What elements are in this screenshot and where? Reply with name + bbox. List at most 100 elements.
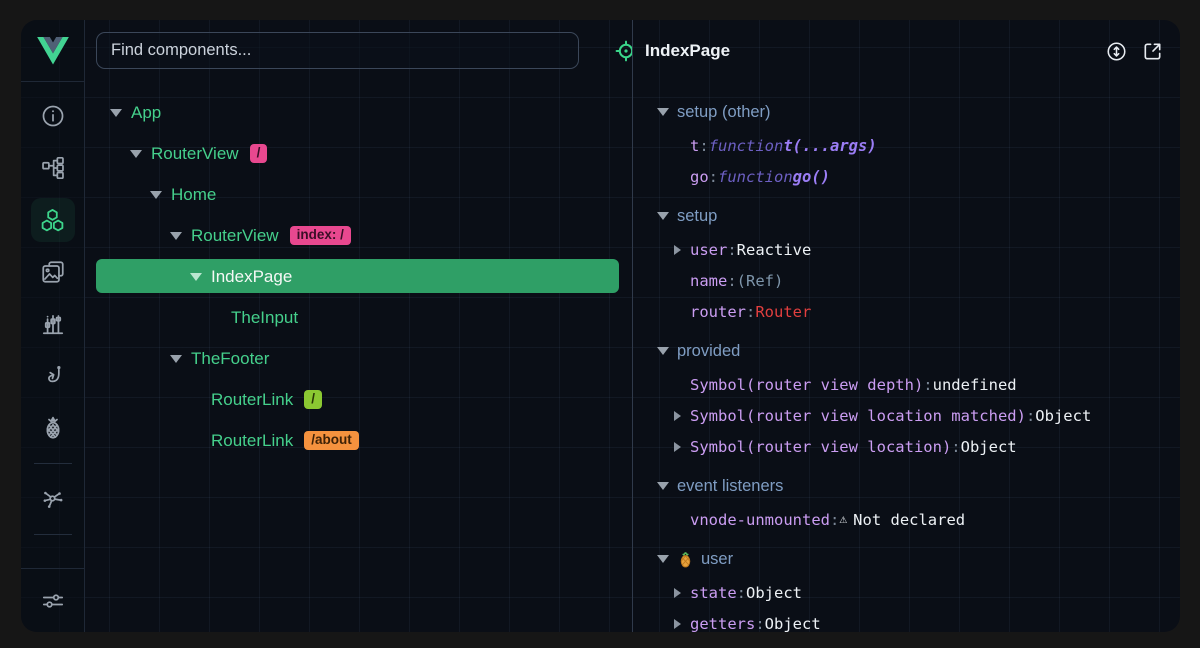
property-value: go() [793,168,830,186]
property-row: vnode-unmounted : ⚠Not declared [633,504,1180,535]
property-key: Symbol(router view location matched) [690,407,1026,425]
property-key: vnode-unmounted [690,511,830,529]
sliders-icon [40,588,66,614]
sidebar-item-pinia[interactable] [31,402,75,454]
component-tree-panel: App RouterView/Home RouterView index: / Inde… [86,20,632,632]
target-crosshair-icon[interactable] [614,39,632,63]
key-value-separator: : [709,168,718,186]
graph-icon [40,486,66,512]
collapse-toggle-icon[interactable] [657,347,669,355]
section-header[interactable]: user [633,541,1180,577]
expand-icon[interactable] [674,411,681,421]
collapse-toggle-icon[interactable] [657,212,669,220]
component-name: App [131,103,161,123]
property-row[interactable]: getters : Object [633,608,1180,632]
section-provided: provided Symbol(router view depth) : unde… [633,333,1180,462]
property-row[interactable]: Symbol(router view location) : Object [633,431,1180,462]
section-header[interactable]: setup (other) [633,94,1180,130]
section-header[interactable]: setup [633,198,1180,234]
scroll-to-icon[interactable] [1102,37,1130,65]
collapse-toggle-icon[interactable] [657,482,669,490]
collapse-toggle-icon[interactable] [657,555,669,563]
sidebar-item-assets[interactable] [31,246,75,298]
property-value: function [718,168,793,186]
tree-row-thefooter[interactable]: TheFooter [86,338,632,379]
section-setup-other-: setup (other)t : function t(...args)go :… [633,94,1180,192]
property-key: router [690,303,746,321]
route-badge: index: / [290,226,351,245]
expand-toggle-icon[interactable] [110,109,122,117]
expand-icon[interactable] [674,588,681,598]
sidebar-item-router[interactable] [31,350,75,402]
section-label: provided [677,342,740,361]
sidebar-divider [34,534,72,535]
property-value: undefined [933,376,1017,394]
tree-row-app[interactable]: App [86,92,632,133]
section-setup: setupuser : Reactivename : (Ref)router :… [633,198,1180,327]
expand-toggle-icon[interactable] [190,273,202,281]
property-value: Reactive [737,241,812,259]
info-icon [40,103,66,129]
expand-icon[interactable] [674,619,681,629]
expand-icon[interactable] [674,245,681,255]
sidebar [21,20,85,632]
vue-logo [21,20,84,82]
search-input[interactable] [96,32,579,69]
tree-row-indexpage[interactable]: IndexPage [86,256,632,297]
sidebar-item-pages[interactable] [31,142,75,194]
sidebar-item-settings[interactable] [31,575,75,627]
hook-icon [40,363,66,389]
section-header[interactable]: provided [633,333,1180,369]
component-name: Home [171,185,216,205]
tree-row-home[interactable]: Home [86,174,632,215]
property-key: name [690,272,727,290]
property-key: user [690,241,727,259]
expand-toggle-icon[interactable] [130,150,142,158]
key-value-separator: : [755,615,764,633]
property-key: state [690,584,737,602]
property-key: go [690,168,709,186]
tree-row-theinput[interactable]: TheInput [86,297,632,338]
sidebar-divider [34,463,72,464]
property-value: (Ref) [737,272,784,290]
expand-icon[interactable] [674,442,681,452]
component-name: IndexPage [211,267,292,287]
property-row[interactable]: Symbol(router view location matched) : O… [633,400,1180,431]
section-label: setup [677,207,717,226]
expand-toggle-icon[interactable] [170,232,182,240]
property-key: t [690,137,699,155]
section-event-listeners: event listeners vnode-unmounted : ⚠Not de… [633,468,1180,535]
hexagons-icon [39,207,66,234]
property-value: function [709,137,784,155]
expand-toggle-icon[interactable] [150,191,162,199]
tree-row-routerview[interactable]: RouterView/ [86,133,632,174]
property-row[interactable]: user : Reactive [633,234,1180,265]
key-value-separator: : [737,584,746,602]
sidebar-item-graph[interactable] [31,473,75,525]
property-row[interactable]: state : Object [633,577,1180,608]
property-row: go : function go() [633,161,1180,192]
tree-row-routerlink[interactable]: RouterLink/ [86,379,632,420]
property-row: Symbol(router view depth) : undefined [633,369,1180,400]
sidebar-item-overview[interactable] [31,90,75,142]
component-name: RouterLink [211,431,293,451]
section-label: event listeners [677,477,783,496]
section-header[interactable]: event listeners [633,468,1180,504]
route-badge: /about [304,431,359,450]
key-value-separator: : [699,137,708,155]
route-badge: / [304,390,322,409]
component-name: RouterView [191,226,279,246]
key-value-separator: : [923,376,932,394]
key-value-separator: : [951,438,960,456]
expand-toggle-icon[interactable] [170,355,182,363]
property-value: Object [961,438,1017,456]
open-in-editor-icon[interactable] [1138,37,1166,65]
sidebar-item-timeline[interactable] [31,298,75,350]
property-row: t : function t(...args) [633,130,1180,161]
sidebar-item-components[interactable] [31,198,75,242]
tree-row-routerlink[interactable]: RouterLink/about [86,420,632,461]
key-value-separator: : [746,303,755,321]
images-icon [40,259,66,285]
tree-row-routerview[interactable]: RouterView index: / [86,215,632,256]
collapse-toggle-icon[interactable] [657,108,669,116]
